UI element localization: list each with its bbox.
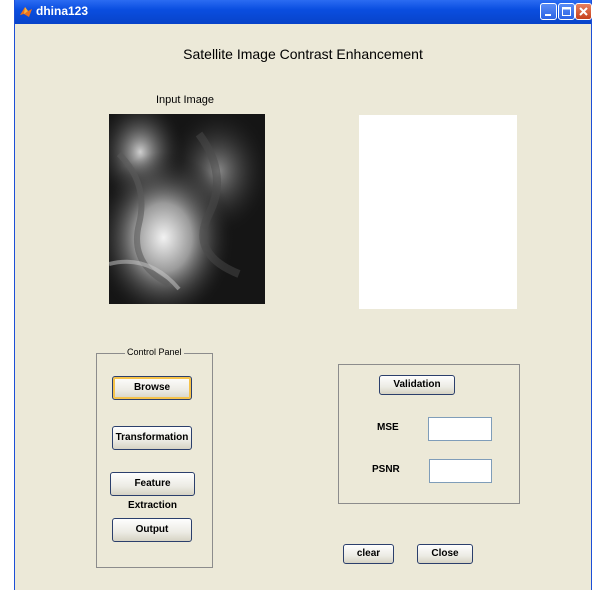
validation-button[interactable]: Validation	[379, 375, 455, 395]
psnr-label: PSNR	[372, 464, 400, 475]
matlab-icon	[20, 7, 32, 17]
close-window-button[interactable]	[575, 3, 592, 20]
window-title: dhina123	[36, 4, 89, 18]
transformation-button[interactable]: Transformation	[112, 426, 192, 450]
close-icon	[579, 7, 588, 16]
maximize-icon	[562, 7, 571, 16]
clear-button[interactable]: clear	[343, 544, 394, 564]
minimize-button[interactable]	[540, 3, 557, 20]
output-button[interactable]: Output	[112, 518, 192, 542]
minimize-icon	[545, 14, 551, 16]
control-panel-title: Control Panel	[125, 347, 184, 357]
title-bar[interactable]: dhina123	[15, 0, 592, 24]
mse-field[interactable]	[428, 417, 492, 441]
satellite-image	[109, 114, 265, 304]
mse-label: MSE	[377, 422, 399, 433]
psnr-field[interactable]	[429, 459, 492, 483]
input-image	[109, 114, 265, 304]
app-window: dhina123 Satellite Image Contrast Enhanc…	[14, 0, 592, 590]
maximize-button[interactable]	[558, 3, 575, 20]
input-image-label: Input Image	[155, 94, 215, 106]
control-panel: Control Panel Browse Transformation Feat…	[96, 347, 213, 568]
validation-panel: Validation MSE PSNR	[338, 364, 520, 504]
browse-button[interactable]: Browse	[112, 376, 192, 400]
feature-extraction-button[interactable]: Feature Extraction	[110, 472, 195, 511]
page-title: Satellite Image Contrast Enhancement	[183, 46, 423, 62]
output-image	[359, 115, 517, 309]
close-button[interactable]: Close	[417, 544, 473, 564]
